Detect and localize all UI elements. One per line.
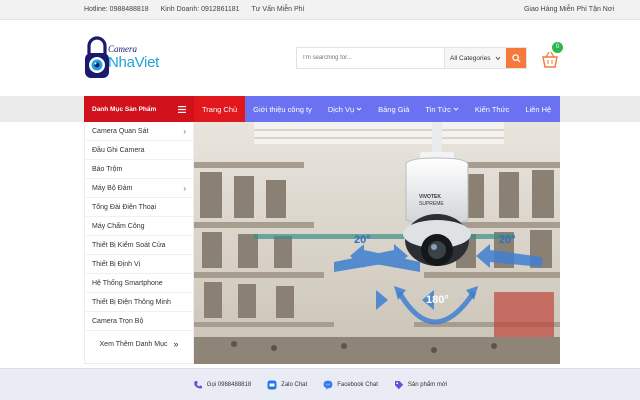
shopping-basket-icon (542, 51, 558, 68)
nav-item-news[interactable]: Tin Tức (417, 96, 466, 122)
logo-camera-word: Camera (108, 44, 137, 54)
angle-left-label: 20° (354, 234, 371, 246)
cart-button[interactable]: 0 (540, 42, 564, 70)
sidebar-item-label: Thiết Bị Điện Thông Minh (92, 298, 171, 306)
chevron-right-icon: › (183, 126, 186, 136)
category-sidebar: Camera Quan Sát › Đầu Ghi Camera Báo Trộ… (84, 122, 194, 364)
sales-phone-text[interactable]: Kinh Doanh: 0912861181 (161, 6, 240, 13)
sidebar-item-walkie-talkie[interactable]: Máy Bộ Đàm › (85, 179, 193, 198)
sidebar-item-label: Thiết Bị Định Vị (92, 260, 141, 268)
deals-button[interactable]: Sản phẩm mới (394, 380, 447, 390)
nav-item-about[interactable]: Giới thiệu công ty (245, 96, 320, 122)
free-consult-text: Tư Vấn Miễn Phí (251, 6, 305, 13)
bottom-contact-bar: Gọi 0988488818 Zalo Chat Facebook Chat S… (0, 368, 640, 400)
hamburger-icon (178, 105, 186, 113)
sidebar-item-label: Máy Bộ Đàm (92, 184, 133, 192)
call-label: Gọi 0988488818 (206, 381, 252, 388)
sidebar-item-label: Máy Chấm Công (92, 222, 145, 230)
search-icon (511, 53, 521, 63)
sidebar-item-label: Tổng Đài Điện Thoại (92, 203, 157, 211)
sidebar-item-gps[interactable]: Thiết Bị Định Vị (85, 255, 193, 274)
category-select-value: All Categories (450, 54, 491, 62)
sidebar-item-camera[interactable]: Camera Quan Sát › (85, 122, 193, 141)
messenger-icon (323, 380, 333, 390)
nav-item-services-label: Dịch Vụ (327, 104, 355, 114)
logo-brand-name: NhaViet (108, 54, 159, 71)
category-select[interactable]: All Categories (444, 48, 506, 68)
zalo-chat-label: Zalo Chat (281, 381, 308, 388)
header: Camera NhaViet All Categories 0 (0, 20, 640, 96)
hotline-text[interactable]: Hotline: 0988488818 (84, 6, 149, 13)
double-chevron-right-icon: » (173, 339, 179, 349)
hero-banner[interactable]: 20° 20° 180° VIVOTEK SUPREME (194, 122, 560, 364)
sidebar-item-access-control[interactable]: Thiết Bị Kiểm Soát Cửa (85, 236, 193, 255)
sidebar-item-timekeeper[interactable]: Máy Chấm Công (85, 217, 193, 236)
facebook-chat-label: Facebook Chat (337, 381, 378, 388)
lock-camera-icon (85, 36, 109, 78)
chevron-down-icon (453, 107, 459, 111)
category-menu-toggle[interactable]: Danh Mục Sản Phẩm (84, 96, 194, 122)
free-shipping-text: Giao Hàng Miễn Phí Tận Nơi (523, 6, 614, 13)
main-nav: Danh Mục Sản Phẩm Trang Chủ Giới thiệu c… (84, 96, 560, 122)
sidebar-item-recorder[interactable]: Đầu Ghi Camera (85, 141, 193, 160)
top-bar: Hotline: 0988488818 Kinh Doanh: 09128611… (0, 0, 640, 20)
nav-item-home[interactable]: Trang Chủ (194, 96, 246, 122)
site-logo[interactable]: Camera NhaViet (84, 36, 164, 82)
search-bar: All Categories (296, 47, 527, 69)
nav-item-contact[interactable]: Liên Hệ (517, 96, 559, 122)
sidebar-item-label: Camera Quan Sát (92, 127, 149, 135)
zalo-chat-button[interactable]: Zalo Chat (267, 380, 307, 390)
camera-brand-label: VIVOTEK (419, 194, 441, 200)
view-more-label: Xem Thêm Danh Mục (99, 340, 168, 348)
sidebar-item-smart-home[interactable]: Thiết Bị Điện Thông Minh (85, 293, 193, 312)
nav-item-pricing[interactable]: Bảng Giá (370, 96, 417, 122)
nav-item-news-label: Tin Tức (425, 104, 451, 114)
zalo-icon (267, 380, 277, 389)
sidebar-item-label: Đầu Ghi Camera (92, 146, 145, 154)
deals-label: Sản phẩm mới (407, 381, 448, 388)
chevron-right-icon: › (183, 183, 186, 193)
sidebar-item-alarm[interactable]: Báo Trộm (85, 160, 193, 179)
search-button[interactable] (506, 48, 526, 68)
view-more-categories-link[interactable]: Xem Thêm Danh Mục » (85, 335, 193, 353)
sidebar-item-label: Camera Trọn Bộ (92, 317, 144, 325)
tag-icon (394, 380, 404, 389)
angle-bottom-label: 180° (426, 294, 449, 306)
chevron-down-icon (356, 107, 362, 111)
call-button[interactable]: Gọi 0988488818 (193, 380, 251, 390)
search-input[interactable] (297, 48, 444, 68)
facebook-chat-button[interactable]: Facebook Chat (323, 380, 378, 390)
nav-item-services[interactable]: Dịch Vụ (320, 96, 370, 122)
camera-model-label: SUPREME (419, 201, 444, 207)
category-menu-label: Danh Mục Sản Phẩm (92, 105, 157, 113)
chevron-down-icon (495, 56, 501, 61)
sidebar-item-pbx[interactable]: Tổng Đài Điện Thoại (85, 198, 193, 217)
sidebar-item-label: Báo Trộm (92, 165, 123, 173)
cart-count-badge: 0 (552, 42, 563, 53)
nav-item-knowledge[interactable]: Kiến Thức (467, 96, 517, 122)
sidebar-item-camera-kit[interactable]: Camera Trọn Bộ (85, 312, 193, 331)
phone-icon (194, 380, 202, 388)
sidebar-item-label: Thiết Bị Kiểm Soát Cửa (92, 241, 166, 249)
sidebar-item-smartphone[interactable]: Hệ Thống Smartphone (85, 274, 193, 293)
angle-right-label: 20° (499, 234, 516, 246)
sidebar-item-label: Hệ Thống Smartphone (92, 279, 163, 287)
